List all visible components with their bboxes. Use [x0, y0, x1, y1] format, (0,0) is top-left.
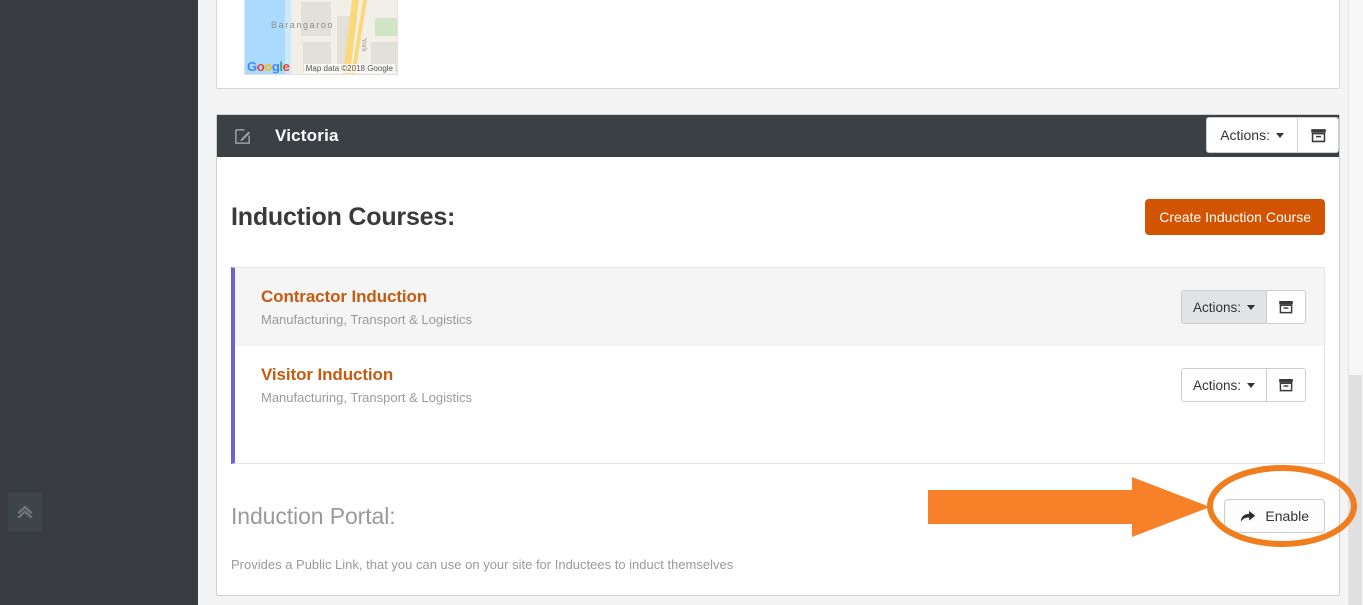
edit-pencil-square-icon[interactable]	[231, 125, 253, 147]
course-info: Visitor Induction Manufacturing, Transpo…	[261, 365, 472, 405]
course-archive-button[interactable]	[1267, 369, 1305, 401]
scroll-to-top-button[interactable]	[8, 493, 42, 531]
share-arrow-icon	[1241, 510, 1256, 522]
archive-box-icon	[1279, 379, 1293, 392]
map-thumbnail[interactable]: Shangri-La Hotel, Sydney Barangaroo York…	[244, 0, 398, 75]
induction-portal-title: Induction Portal:	[231, 502, 396, 529]
app-root: Shangri-La Hotel, Sydney Barangaroo York…	[0, 0, 1363, 605]
portal-header-row: Induction Portal: Enable	[231, 499, 1325, 533]
left-sidebar	[0, 0, 198, 605]
courses-section-header: Induction Courses: Create Induction Cour…	[231, 157, 1325, 235]
induction-courses-list: Contractor Induction Manufacturing, Tran…	[231, 267, 1325, 464]
map-street-label: York	[360, 38, 367, 52]
enable-button-label: Enable	[1265, 508, 1309, 524]
card-actions-label: Actions:	[1220, 127, 1270, 143]
map-park	[375, 18, 397, 36]
map-attribution: Map data ©2018 Google	[303, 64, 395, 73]
chevron-down-icon	[1276, 132, 1284, 138]
vertical-scrollbar-track[interactable]	[1348, 0, 1363, 605]
course-category: Manufacturing, Transport & Logistics	[261, 390, 472, 405]
map-canvas: Shangri-La Hotel, Sydney Barangaroo York…	[245, 0, 397, 74]
chevron-down-icon	[1247, 304, 1255, 310]
induction-portal-section: Induction Portal: Enable Provides a Publ…	[231, 499, 1325, 572]
card-header: Victoria Actions:	[217, 115, 1339, 157]
enable-portal-button[interactable]: Enable	[1224, 499, 1325, 533]
course-list-item[interactable]: Visitor Induction Manufacturing, Transpo…	[235, 346, 1324, 424]
edit-icon-glyph	[234, 128, 250, 144]
course-actions-label: Actions:	[1192, 377, 1241, 393]
induction-portal-description: Provides a Public Link, that you can use…	[231, 557, 734, 572]
chevron-down-icon	[1247, 382, 1255, 388]
card-header-action-group: Actions:	[1206, 117, 1339, 153]
location-card: Shangri-La Hotel, Sydney Barangaroo York…	[216, 0, 1340, 89]
course-actions-dropdown-button[interactable]: Actions:	[1181, 291, 1267, 323]
course-info: Contractor Induction Manufacturing, Tran…	[261, 287, 472, 327]
create-induction-course-button[interactable]: Create Induction Course	[1145, 199, 1325, 235]
induction-courses-title: Induction Courses:	[231, 202, 456, 231]
card-actions-dropdown-button[interactable]: Actions:	[1207, 118, 1298, 152]
page-content: Shangri-La Hotel, Sydney Barangaroo York…	[198, 0, 1348, 605]
archive-box-icon	[1310, 128, 1326, 142]
vertical-scrollbar-thumb[interactable]	[1349, 375, 1362, 605]
course-actions-label: Actions:	[1192, 299, 1241, 315]
course-row-action-group: Actions:	[1180, 368, 1306, 402]
course-archive-button[interactable]	[1267, 291, 1305, 323]
google-logo: Google	[247, 59, 290, 74]
card-body: Induction Courses: Create Induction Cour…	[217, 157, 1339, 595]
course-name-link[interactable]: Visitor Induction	[261, 365, 472, 385]
map-suburb-label: Barangaroo	[271, 20, 335, 30]
archive-box-icon	[1279, 301, 1293, 314]
course-actions-dropdown-button[interactable]: Actions:	[1181, 369, 1267, 401]
double-chevron-up-icon	[17, 505, 33, 519]
page-title: Victoria	[275, 126, 339, 145]
card-archive-button[interactable]	[1298, 118, 1338, 152]
victoria-card: Victoria Actions: Induction Courses: Cre…	[216, 114, 1340, 596]
course-name-link[interactable]: Contractor Induction	[261, 287, 472, 307]
course-category: Manufacturing, Transport & Logistics	[261, 312, 472, 327]
course-list-item[interactable]: Contractor Induction Manufacturing, Tran…	[235, 268, 1324, 346]
course-row-action-group: Actions:	[1180, 290, 1306, 324]
map-block	[301, 2, 331, 36]
